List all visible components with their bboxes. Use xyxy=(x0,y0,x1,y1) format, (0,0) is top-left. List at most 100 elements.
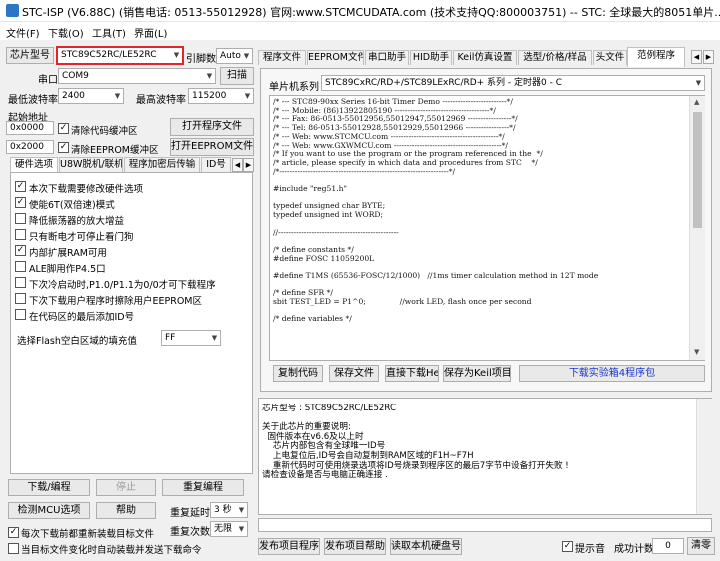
tab-scroll-right-icon[interactable]: ▶ xyxy=(243,158,254,172)
menu-view[interactable]: 界面(L) xyxy=(134,25,167,40)
download-program-button[interactable]: 下载/编程 xyxy=(8,479,90,496)
option-row[interactable]: ✓ 使能6T(双倍速)模式 xyxy=(11,195,252,211)
mcu-type-button[interactable]: 芯片型号 xyxy=(6,47,54,64)
tab-u8w[interactable]: U8W脱机/联机 xyxy=(59,157,123,172)
option-checkbox[interactable] xyxy=(15,213,26,224)
app-icon xyxy=(6,4,19,17)
option-checkbox[interactable]: ✓ xyxy=(15,197,26,208)
copy-code-button[interactable]: 复制代码 xyxy=(273,365,323,382)
option-label: 下次冷启动时,P1.0/P1.1为0/0才可下载程序 xyxy=(29,280,216,291)
stop-button[interactable]: 停止 xyxy=(96,479,156,496)
scan-button[interactable]: 扫描 xyxy=(220,67,254,85)
tab-hid-assistant[interactable]: HID助手 xyxy=(410,50,452,65)
tab-selection-price[interactable]: 选型/价格/样品 xyxy=(518,50,592,65)
option-checkbox[interactable] xyxy=(15,277,26,288)
tab-hardware-options[interactable]: 硬件选项 xyxy=(10,157,58,172)
clear-code-checkbox[interactable]: ✓ xyxy=(58,123,69,134)
eeprom-start-address[interactable]: 0x2000 xyxy=(6,140,54,154)
code-line: sbit TEST_LED = P1^0; //work LED, flash … xyxy=(273,297,532,307)
publish-program-button[interactable]: 发布项目程序 xyxy=(258,538,320,555)
scrollbar-thumb[interactable] xyxy=(693,112,702,228)
code-viewer[interactable]: /* --- STC89-90xx Series 16-bit Timer De… xyxy=(269,95,705,361)
open-program-button[interactable]: 打开程序文件 xyxy=(170,118,254,136)
code-scrollbar[interactable]: ▲ ▼ xyxy=(689,96,705,360)
option-row[interactable]: 只有断电才可停止看门狗 xyxy=(11,227,252,243)
chevron-down-icon: ▼ xyxy=(243,52,250,60)
option-row[interactable]: 在代码区的最后添加ID号 xyxy=(11,307,252,323)
auto-send-checkbox[interactable] xyxy=(8,543,19,554)
port-label: 串口 xyxy=(38,75,58,86)
repeat-delay-select[interactable]: 3 秒 ▼ xyxy=(210,502,248,518)
save-file-button[interactable]: 保存文件 xyxy=(329,365,379,382)
info-line: 请检查设备是否与电脑正确连接 . xyxy=(262,470,388,481)
status-strip xyxy=(258,518,712,532)
chevron-down-icon: ▼ xyxy=(173,51,180,59)
mcu-series-value: STC89CxRC/RD+/STC89LExRC/RD+ 系列 - 定时器0 -… xyxy=(325,78,563,88)
menu-tools[interactable]: 工具(T) xyxy=(92,25,126,40)
option-checkbox[interactable] xyxy=(15,229,26,240)
option-checkbox[interactable] xyxy=(15,293,26,304)
download-package-button[interactable]: 下载实验箱4程序包 xyxy=(519,365,705,382)
menu-file[interactable]: 文件(F) xyxy=(6,25,40,40)
publish-help-button[interactable]: 发布项目帮助 xyxy=(324,538,386,555)
tab-eeprom-file[interactable]: EEPROM文件 xyxy=(307,50,364,65)
option-checkbox[interactable]: ✓ xyxy=(15,245,26,256)
tab-serial-assistant[interactable]: 串口助手 xyxy=(365,50,409,65)
tab-id[interactable]: ID号 xyxy=(201,157,231,172)
code-line: //--------------------------------------… xyxy=(273,227,399,237)
info-scrollbar[interactable] xyxy=(696,399,712,514)
option-label: 在代码区的最后添加ID号 xyxy=(29,312,135,323)
clear-code-label: 清除代码缓冲区 xyxy=(71,126,138,137)
download-hex-button[interactable]: 直接下载Hex xyxy=(385,365,439,382)
fill-value-label: 选择Flash空白区域的填充值 xyxy=(17,336,137,347)
scroll-up-icon[interactable]: ▲ xyxy=(694,98,699,106)
option-row[interactable]: 下次下载用户程序时擦除用户EEPROM区 xyxy=(11,291,252,307)
option-row[interactable]: 降低振荡器的放大增益 xyxy=(11,211,252,227)
success-count-label: 成功计数 xyxy=(614,544,654,555)
tab-keil-settings[interactable]: Keil仿真设置 xyxy=(453,50,517,65)
chevron-down-icon: ▼ xyxy=(244,92,251,100)
tab-program-file[interactable]: 程序文件 xyxy=(258,50,306,65)
scroll-down-icon[interactable]: ▼ xyxy=(694,348,699,356)
help-button[interactable]: 帮助 xyxy=(96,502,156,519)
tab-header-files[interactable]: 头文件 xyxy=(593,50,627,65)
tab-encrypt[interactable]: 程序加密后传输 xyxy=(124,157,200,172)
clear-eeprom-checkbox[interactable]: ✓ xyxy=(58,142,69,153)
clear-count-button[interactable]: 清零 xyxy=(687,537,715,555)
repeat-count-value: 无限 xyxy=(214,524,233,534)
save-keil-button[interactable]: 保存为Keil项目 xyxy=(443,365,511,382)
detect-mcu-button[interactable]: 检测MCU选项 xyxy=(8,502,90,519)
min-baud-value: 2400 xyxy=(62,91,85,101)
mcu-series-select[interactable]: STC89CxRC/RD+/STC89LExRC/RD+ 系列 - 定时器0 -… xyxy=(321,75,705,91)
option-row[interactable]: 下次冷启动时,P1.0/P1.1为0/0才可下载程序 xyxy=(11,275,252,291)
option-checkbox[interactable]: ✓ xyxy=(15,181,26,192)
auto-send-label: 当目标文件变化时自动装载并发送下载命令 xyxy=(21,545,202,556)
tab-scroll-left-icon[interactable]: ◀ xyxy=(232,158,243,172)
option-row[interactable]: ✓ 本次下载需要修改硬件选项 xyxy=(11,179,252,195)
max-baud-select[interactable]: 115200 ▼ xyxy=(188,88,254,104)
beep-checkbox[interactable]: ✓ xyxy=(562,541,573,552)
right-tab-scroll-left-icon[interactable]: ◀ xyxy=(691,50,702,64)
option-row[interactable]: ✓ 内部扩展RAM可用 xyxy=(11,243,252,259)
code-line: #define T1MS (65536-FOSC/12/1000) //1ms … xyxy=(273,270,599,280)
min-baud-select[interactable]: 2400 ▼ xyxy=(58,88,124,104)
code-start-address[interactable]: 0x0000 xyxy=(6,121,54,135)
fill-value-select[interactable]: FF ▼ xyxy=(161,330,221,346)
right-tab-scroll-right-icon[interactable]: ▶ xyxy=(703,50,714,64)
tab-example-programs[interactable]: 范例程序 xyxy=(627,47,685,67)
repeat-program-button[interactable]: 重复编程 xyxy=(162,479,244,496)
pin-count-select[interactable]: Auto ▼ xyxy=(216,48,253,64)
info-line: 芯片型号 : STC89C52RC/LE52RC xyxy=(262,404,396,413)
mcu-type-select[interactable]: STC89C52RC/LE52RC ▼ xyxy=(56,46,184,65)
read-disk-serial-button[interactable]: 读取本机硬盘号 xyxy=(390,538,462,555)
max-baud-label: 最高波特率 xyxy=(136,95,186,106)
open-eeprom-button[interactable]: 打开EEPROM文件 xyxy=(170,138,254,156)
repeat-count-select[interactable]: 无限 ▼ xyxy=(210,521,248,537)
option-checkbox[interactable] xyxy=(15,309,26,320)
menu-download[interactable]: 下载(O) xyxy=(48,25,84,40)
option-checkbox[interactable] xyxy=(15,261,26,272)
reload-checkbox[interactable]: ✓ xyxy=(8,527,19,538)
option-row[interactable]: ALE脚用作P4.5口 xyxy=(11,259,252,275)
port-select[interactable]: COM9 ▼ xyxy=(58,68,216,84)
